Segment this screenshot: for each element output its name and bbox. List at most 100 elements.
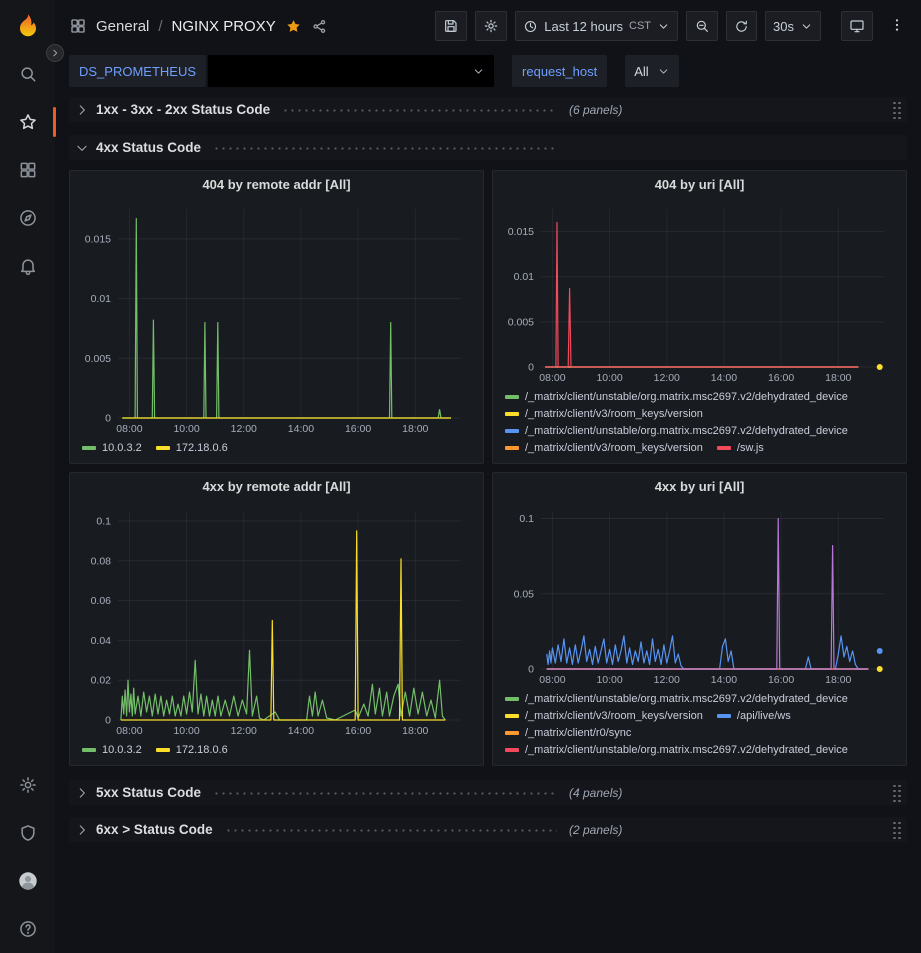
dashboard-row-4xx[interactable]: 4xx Status Code — [69, 135, 907, 160]
legend-swatch — [156, 446, 170, 450]
row-panel-count: (4 panels) — [569, 786, 622, 800]
legend-item[interactable]: 172.18.0.6 — [156, 742, 228, 758]
svg-text:10:00: 10:00 — [596, 372, 622, 384]
legend-item[interactable]: /_matrix/client/unstable/org.matrix.msc2… — [505, 691, 848, 707]
legend-item[interactable]: /_matrix/client/v3/room_keys/version — [505, 708, 703, 724]
dashboard-title[interactable]: NGINX PROXY — [172, 18, 276, 35]
sidebar-item-explore[interactable] — [0, 194, 55, 242]
breadcrumb-folder[interactable]: General — [96, 18, 149, 35]
legend-swatch — [505, 429, 519, 433]
sidebar-nav-top — [0, 50, 55, 290]
sidebar-item-alerting[interactable] — [0, 242, 55, 290]
dashboard-content: 1xx - 3xx - 2xx Status Code (6 panels) 4… — [55, 90, 921, 953]
time-series-chart[interactable]: 00.0050.010.01508:0010:0012:0014:0016:00… — [497, 199, 900, 387]
legend-swatch — [82, 446, 96, 450]
favorite-star-icon[interactable] — [285, 18, 302, 35]
kebab-menu-icon — [889, 17, 905, 33]
svg-text:08:00: 08:00 — [539, 674, 565, 686]
legend-item[interactable]: /_matrix/client/v3/room_keys/version — [505, 440, 703, 456]
svg-text:0: 0 — [105, 715, 111, 727]
zoom-out-button[interactable] — [686, 11, 718, 41]
time-series-chart[interactable]: 00.050.108:0010:0012:0014:0016:0018:00 — [497, 501, 900, 689]
legend-item[interactable]: 10.0.3.2 — [82, 742, 142, 758]
dashboard-row-5xx[interactable]: 5xx Status Code (4 panels) — [69, 780, 907, 805]
star-icon — [18, 112, 38, 132]
svg-text:0: 0 — [528, 362, 534, 374]
svg-text:0: 0 — [105, 413, 111, 425]
save-dashboard-button[interactable] — [435, 11, 467, 41]
legend-item[interactable]: /_matrix/client/unstable/org.matrix.msc2… — [505, 423, 848, 439]
time-range-picker[interactable]: Last 12 hours CST — [515, 11, 678, 41]
panel-title[interactable]: 404 by uri [All] — [493, 171, 906, 197]
svg-text:0.1: 0.1 — [519, 513, 534, 525]
sidebar-item-starred[interactable] — [0, 98, 55, 146]
legend-label: 172.18.0.6 — [176, 440, 228, 456]
legend-swatch — [505, 748, 519, 752]
svg-text:0.005: 0.005 — [85, 353, 111, 365]
svg-text:0: 0 — [528, 664, 534, 676]
panel-title[interactable]: 4xx by remote addr [All] — [70, 473, 483, 499]
svg-text:18:00: 18:00 — [825, 674, 851, 686]
svg-text:12:00: 12:00 — [654, 372, 680, 384]
legend-item[interactable]: /sw.js — [717, 440, 764, 456]
svg-text:10:00: 10:00 — [173, 423, 199, 435]
chevron-right-icon — [75, 103, 89, 117]
legend-label: /_matrix/client/unstable/org.matrix.msc2… — [525, 389, 848, 405]
svg-text:16:00: 16:00 — [768, 674, 794, 686]
row-title: 6xx > Status Code — [96, 822, 213, 837]
legend-swatch — [717, 714, 731, 718]
panel-legend: /_matrix/client/unstable/org.matrix.msc2… — [493, 387, 906, 463]
sidebar-expand-button[interactable] — [46, 44, 64, 62]
share-icon[interactable] — [311, 18, 328, 35]
svg-text:08:00: 08:00 — [539, 372, 565, 384]
panel-title[interactable]: 4xx by uri [All] — [493, 473, 906, 499]
sidebar-item-configuration[interactable] — [0, 761, 55, 809]
datasource-select[interactable] — [208, 55, 494, 87]
dashboard-settings-button[interactable] — [475, 11, 507, 41]
dashboard-submenu: DS_PROMETHEUS request_host All — [55, 52, 921, 90]
more-options-button[interactable] — [887, 17, 907, 36]
sidebar-item-help[interactable] — [0, 905, 55, 953]
svg-text:0.01: 0.01 — [91, 293, 112, 305]
time-series-chart[interactable]: 00.020.040.060.080.108:0010:0012:0014:00… — [74, 501, 477, 740]
cycle-view-button[interactable] — [841, 11, 873, 41]
panel-title[interactable]: 404 by remote addr [All] — [70, 171, 483, 197]
legend-item[interactable]: /_matrix/client/unstable/org.matrix.msc2… — [505, 389, 848, 405]
legend-swatch — [156, 748, 170, 752]
request-host-select[interactable]: All — [625, 55, 678, 87]
legend-item[interactable]: 10.0.3.2 — [82, 440, 142, 456]
legend-swatch — [505, 446, 519, 450]
refresh-button[interactable] — [726, 11, 757, 41]
row-drag-handle[interactable] — [893, 101, 901, 119]
svg-text:14:00: 14:00 — [288, 423, 314, 435]
request-host-select-value: All — [634, 64, 648, 79]
row-drag-handle[interactable] — [893, 784, 901, 802]
dashboard-row-1xx-3xx-2xx[interactable]: 1xx - 3xx - 2xx Status Code (6 panels) — [69, 97, 907, 122]
legend-label: 10.0.3.2 — [102, 440, 142, 456]
apps-grid-icon — [69, 17, 87, 35]
shield-icon — [18, 823, 38, 843]
sidebar-item-profile[interactable] — [0, 857, 55, 905]
panel-4xx-by-remote-addr: 4xx by remote addr [All] 00.020.040.060.… — [69, 472, 484, 766]
sidebar-nav-bottom — [0, 761, 55, 953]
legend-item[interactable]: 172.18.0.6 — [156, 440, 228, 456]
time-series-chart[interactable]: 00.0050.010.01508:0010:0012:0014:0016:00… — [74, 199, 477, 438]
row-drag-handle[interactable] — [893, 821, 901, 839]
legend-item[interactable]: /api/live/ws — [717, 708, 791, 724]
dashboard-row-6xx[interactable]: 6xx > Status Code (2 panels) — [69, 817, 907, 842]
question-circle-icon — [18, 919, 38, 939]
svg-text:16:00: 16:00 — [345, 725, 371, 737]
svg-text:10:00: 10:00 — [173, 725, 199, 737]
svg-text:0.06: 0.06 — [91, 595, 112, 607]
svg-text:0.02: 0.02 — [91, 675, 112, 687]
panel-legend: /_matrix/client/unstable/org.matrix.msc2… — [493, 689, 906, 765]
svg-text:18:00: 18:00 — [825, 372, 851, 384]
sidebar-item-dashboards[interactable] — [0, 146, 55, 194]
refresh-interval-picker[interactable]: 30s — [765, 11, 821, 41]
svg-text:0.005: 0.005 — [508, 316, 534, 328]
legend-item[interactable]: /_matrix/client/unstable/org.matrix.msc2… — [505, 742, 848, 758]
sidebar-item-server-admin[interactable] — [0, 809, 55, 857]
grafana-logo[interactable] — [0, 0, 55, 50]
legend-item[interactable]: /_matrix/client/r0/sync — [505, 725, 631, 741]
legend-item[interactable]: /_matrix/client/v3/room_keys/version — [505, 406, 703, 422]
